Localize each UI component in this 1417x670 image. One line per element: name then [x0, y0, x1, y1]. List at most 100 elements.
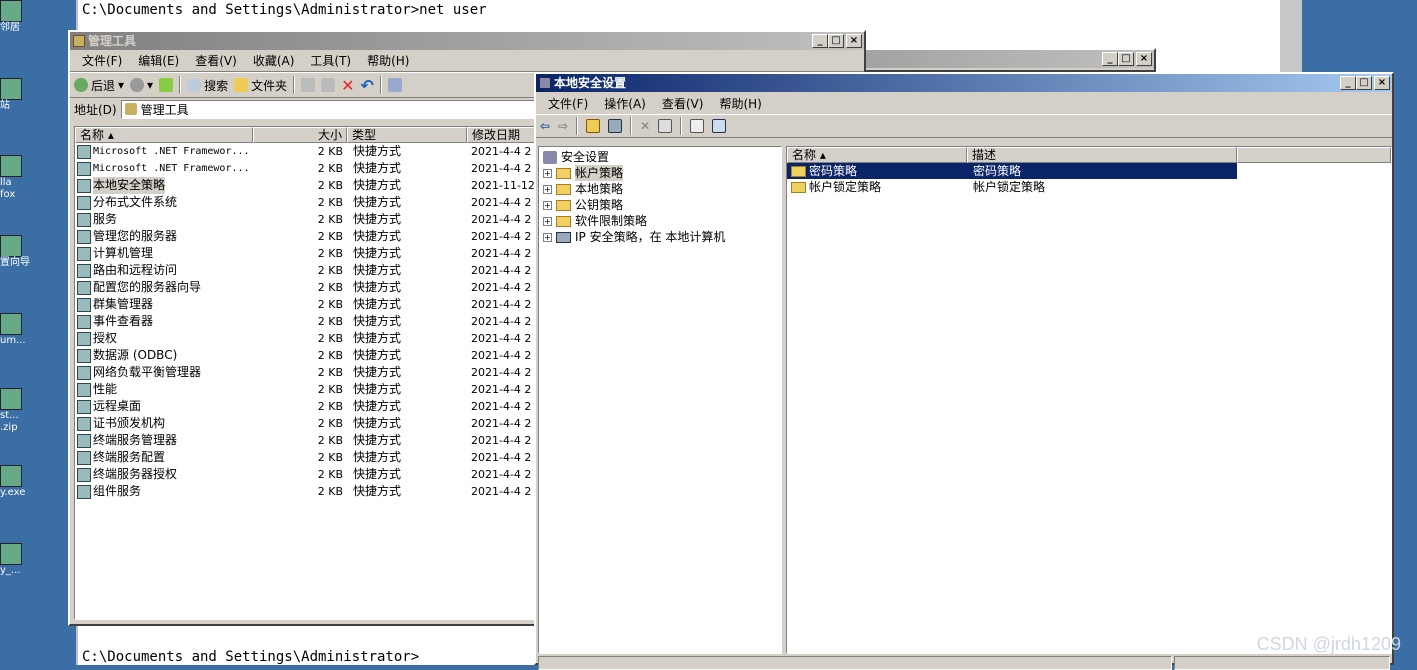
expand-icon[interactable]: +: [543, 216, 552, 226]
maximize-button[interactable]: □: [1356, 76, 1372, 90]
desktop-icon[interactable]: 邻居: [0, 0, 40, 34]
column-size[interactable]: 大小: [253, 127, 347, 143]
tree-item[interactable]: + 公钥策略: [539, 197, 781, 213]
row-date: 2021-4-4 2: [471, 434, 532, 447]
shortcut-icon: [77, 484, 91, 499]
menu-item[interactable]: 查看(V): [654, 95, 712, 112]
desktop-icon[interactable]: y_...: [0, 543, 40, 577]
policy-list[interactable]: 名称 ▴ 描述 密码策略 密码策略 帐户锁定策略 帐户锁定策略: [786, 146, 1392, 654]
console-line: C:\Documents and Settings\Administrator>…: [82, 2, 487, 18]
up-level-icon[interactable]: [586, 119, 601, 133]
row-name-cell: 事件查看器: [75, 313, 253, 330]
shortcut-icon: [77, 399, 91, 414]
desktop-icon[interactable]: st... .zip: [0, 388, 40, 434]
menu-item[interactable]: 查看(V): [187, 52, 245, 69]
expand-icon[interactable]: +: [543, 168, 552, 178]
shortcut-icon: [77, 280, 91, 295]
tree-item[interactable]: + IP 安全策略，在 本地计算机: [539, 229, 781, 245]
row-date: 2021-4-4 2: [471, 247, 532, 260]
row-description: 帐户锁定策略: [973, 180, 1046, 194]
row-size: 2 KB: [317, 434, 343, 447]
row-name: 路由和远程访问: [93, 263, 178, 277]
tree-root[interactable]: 安全设置: [539, 149, 781, 165]
folder-icon: [556, 167, 571, 179]
security-settings-icon: [543, 150, 557, 164]
back-arrow-icon[interactable]: ⇦: [540, 119, 550, 133]
security-settings-window[interactable]: 本地安全设置 _ □ × 文件(F) 操作(A) 查看(V) 帮助(H) ⇦ ⇨ ✕ 安全…: [534, 72, 1394, 670]
row-name-cell: 帐户锁定策略: [787, 179, 967, 195]
close-button[interactable]: ×: [1374, 76, 1390, 90]
tree-item-label: 公钥策略: [575, 198, 624, 212]
list-body: 密码策略 密码策略 帐户锁定策略 帐户锁定策略: [787, 163, 1391, 195]
tree-item[interactable]: + 帐户策略: [539, 165, 781, 181]
menu-item[interactable]: 文件(F): [540, 95, 596, 112]
tree-pane[interactable]: 安全设置 + 帐户策略 + 本地策略 + 公钥策略 + 软件限制策略 + IP 安全策略，在 本地…: [538, 146, 782, 654]
desktop-icon[interactable]: 置向导: [0, 235, 40, 269]
show-tree-icon[interactable]: [608, 119, 623, 133]
table-row[interactable]: 密码策略 密码策略: [787, 163, 1237, 179]
export-list-icon[interactable]: [658, 119, 673, 133]
desktop-icon[interactable]: um...: [0, 313, 40, 347]
close-button[interactable]: ×: [846, 34, 862, 48]
forward-arrow-icon[interactable]: ⇨: [558, 119, 568, 133]
delete-icon[interactable]: ✕: [640, 119, 650, 133]
list-header: 名称 ▴ 描述: [787, 147, 1391, 163]
row-type: 快捷方式: [353, 314, 402, 328]
back-button[interactable]: 后退 ▾: [74, 77, 124, 94]
menu-item[interactable]: 操作(A): [596, 95, 654, 112]
ip-security-icon: [556, 231, 571, 243]
tree-item[interactable]: + 软件限制策略: [539, 213, 781, 229]
row-name-cell: Microsoft .NET Framewor...: [75, 160, 253, 177]
menu-item[interactable]: 帮助(H): [711, 95, 769, 112]
undo-icon[interactable]: ↶: [361, 76, 374, 95]
expand-icon[interactable]: +: [543, 232, 552, 242]
row-size: 2 KB: [317, 417, 343, 430]
row-name: 终端服务配置: [93, 450, 166, 464]
up-folder-icon[interactable]: [159, 78, 174, 92]
folders-button[interactable]: 文件夹: [234, 77, 287, 94]
help-icon[interactable]: [712, 119, 727, 133]
secpol-titlebar: 本地安全设置 _ □ ×: [536, 74, 1392, 92]
column-type[interactable]: 类型: [347, 127, 467, 143]
menu-item[interactable]: 帮助(H): [359, 52, 417, 69]
row-name: 终端服务管理器: [93, 433, 178, 447]
maximize-button[interactable]: □: [828, 34, 844, 48]
minimize-button[interactable]: _: [1340, 76, 1356, 90]
menu-item[interactable]: 收藏(A): [245, 52, 303, 69]
move-to-icon[interactable]: [301, 78, 316, 92]
maximize-button[interactable]: □: [1118, 52, 1134, 66]
folder-icon: [556, 183, 571, 195]
menu-item[interactable]: 工具(T): [302, 52, 359, 69]
minimize-button[interactable]: _: [812, 34, 828, 48]
minimize-button[interactable]: _: [1102, 52, 1118, 66]
close-button[interactable]: ×: [1136, 52, 1152, 66]
row-date: 2021-4-4 2: [471, 417, 532, 430]
folder-icon: [791, 165, 806, 177]
row-size: 2 KB: [317, 383, 343, 396]
expand-icon[interactable]: +: [543, 184, 552, 194]
column-description[interactable]: 描述: [967, 147, 1237, 163]
copy-to-icon[interactable]: [321, 78, 336, 92]
expand-icon[interactable]: +: [543, 200, 552, 210]
toolbar-separator: [576, 117, 579, 135]
table-row[interactable]: 帐户锁定策略 帐户锁定策略: [787, 179, 1391, 195]
archive-icon: [0, 388, 22, 410]
desktop-icon[interactable]: lla fox: [0, 155, 40, 201]
menu-item[interactable]: 编辑(E): [130, 52, 187, 69]
forward-button[interactable]: ▾: [130, 78, 153, 92]
row-name-cell: 组件服务: [75, 483, 253, 500]
row-type: 快捷方式: [353, 348, 402, 362]
properties-icon[interactable]: [690, 119, 705, 133]
desktop-icon[interactable]: 站: [0, 78, 40, 112]
search-button[interactable]: 搜索: [187, 77, 228, 94]
menu-item[interactable]: 文件(F): [74, 52, 130, 69]
shortcut-icon: [77, 246, 91, 261]
column-name[interactable]: 名称 ▴: [787, 147, 967, 163]
views-icon[interactable]: [387, 78, 402, 92]
column-name[interactable]: 名称 ▴: [75, 127, 253, 143]
tree-item[interactable]: + 本地策略: [539, 181, 781, 197]
desktop-icon[interactable]: y.exe: [0, 465, 40, 499]
secpol-toolbar: ⇦ ⇨ ✕: [536, 114, 1392, 138]
delete-icon[interactable]: ✕: [341, 76, 354, 95]
row-name-cell: 性能: [75, 381, 253, 398]
